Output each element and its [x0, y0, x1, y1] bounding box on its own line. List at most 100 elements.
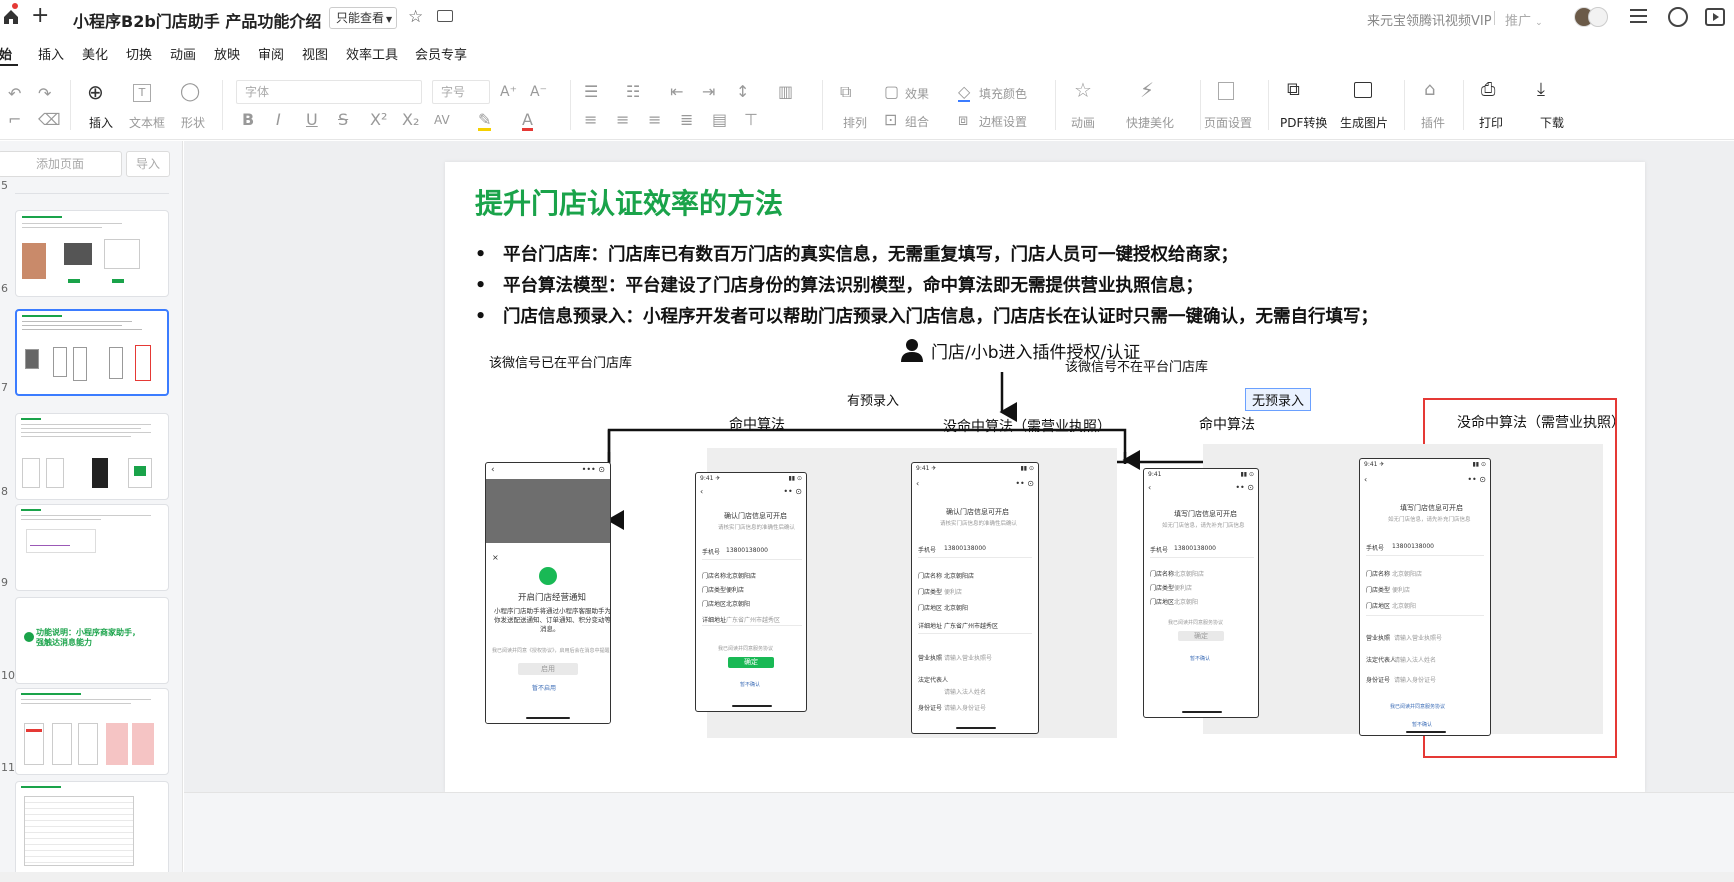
slide-thumbnail-6[interactable] [15, 210, 169, 297]
eraser-icon[interactable]: ⌫ [38, 112, 61, 128]
font-family-value: 字体 [245, 85, 270, 99]
format-painter-icon[interactable]: ⌐ [8, 112, 21, 128]
superscript-icon[interactable]: X² [370, 112, 387, 128]
slide-thumbnail-7[interactable] [15, 309, 169, 396]
plugin-icon[interactable]: ⌂ [1424, 81, 1435, 99]
shape-icon[interactable]: ◯ [180, 83, 200, 101]
highlight-icon[interactable]: ✎ [478, 112, 492, 131]
new-tab-icon[interactable]: + [31, 5, 49, 27]
slide-thumbnail-11[interactable] [15, 688, 169, 775]
character-spacing-icon[interactable]: AV [434, 112, 450, 128]
fill-color-icon[interactable]: ◇ [958, 84, 971, 102]
promo-dropdown[interactable]: 推广 ⌄ [1505, 10, 1543, 29]
download-button[interactable]: 下载 [1540, 114, 1564, 131]
download-icon[interactable]: ⤓ [1537, 81, 1545, 99]
font-family-select[interactable]: 字体 [236, 80, 422, 104]
sync-icon[interactable] [1668, 7, 1688, 27]
redo-icon[interactable]: ↷ [38, 86, 51, 102]
star-icon[interactable]: ☆ [408, 7, 423, 27]
arrange-button[interactable]: 排列 [843, 114, 867, 131]
undo-icon[interactable]: ↶ [8, 86, 21, 102]
menu-animation[interactable]: 动画 [170, 44, 196, 63]
confirm-button: 确定 [728, 657, 774, 668]
home-icon[interactable] [2, 8, 20, 26]
slide-thumbnail-8[interactable] [15, 413, 169, 500]
view-mode-dropdown[interactable]: 只能查看 ▼ [329, 7, 397, 29]
underline-icon[interactable]: U [306, 112, 318, 128]
columns-icon[interactable]: ▥ [778, 84, 793, 100]
border-button[interactable]: 边框设置 [979, 113, 1027, 130]
increase-indent-icon[interactable]: ⇥ [702, 84, 715, 100]
print-icon[interactable]: ⎙ [1481, 81, 1495, 99]
menu-beautify[interactable]: 美化 [82, 44, 108, 63]
page-setup-button[interactable]: 页面设置 [1204, 114, 1252, 131]
group-icon[interactable]: ⊡ [884, 112, 897, 128]
menu-transition[interactable]: 切换 [126, 44, 152, 63]
font-size-select[interactable]: 字号 [432, 80, 490, 104]
quick-beautify-icon[interactable]: ⚡ [1140, 80, 1154, 100]
distribute-icon[interactable]: ▤ [712, 112, 727, 128]
check-icon [24, 632, 34, 642]
slide-thumbnail-10[interactable]: 功能说明：小程序商家助手，强触达消息能力 [15, 597, 169, 684]
bullet-list-icon[interactable]: ☰ [584, 84, 598, 100]
menu-review[interactable]: 审阅 [258, 44, 284, 63]
line-spacing-icon[interactable]: ↕ [736, 84, 749, 100]
fill-color-button[interactable]: 填充颜色 [979, 85, 1027, 102]
pdf-convert-icon[interactable]: ⧉ [1287, 81, 1300, 99]
menu-slideshow[interactable]: 放映 [214, 44, 240, 63]
field-value: 北京朝阳店 [726, 573, 757, 580]
insert-icon[interactable]: ⊕ [87, 82, 104, 102]
print-button[interactable]: 打印 [1479, 114, 1503, 131]
effect-icon[interactable]: ▢ [884, 84, 899, 100]
menu-member[interactable]: 会员专享 [415, 44, 467, 63]
text-direction-icon[interactable]: ⊤ [744, 112, 758, 128]
increase-font-icon[interactable]: A⁺ [500, 84, 517, 100]
align-center-icon[interactable]: ≡ [616, 112, 629, 128]
folder-icon[interactable] [437, 10, 453, 22]
notes-area[interactable] [184, 792, 1734, 872]
menu-efficiency-tools[interactable]: 效率工具 [346, 44, 398, 63]
align-left-icon[interactable]: ≡ [584, 112, 597, 128]
quick-beautify-button[interactable]: 快捷美化 [1126, 114, 1174, 131]
textbox-button[interactable]: 文本框 [129, 114, 165, 131]
generate-image-button[interactable]: 生成图片 [1340, 114, 1388, 131]
generate-image-icon[interactable] [1354, 82, 1372, 98]
page-setup-icon[interactable] [1218, 82, 1234, 100]
menu-icon[interactable] [1630, 9, 1647, 23]
font-color-icon[interactable]: A [522, 112, 533, 131]
subscript-icon[interactable]: X₂ [402, 112, 419, 128]
decrease-font-icon[interactable]: A⁻ [530, 84, 547, 100]
animation-icon[interactable]: ☆ [1074, 80, 1092, 100]
slide-thumbnail-9[interactable] [15, 504, 169, 591]
shape-button[interactable]: 形状 [181, 114, 205, 131]
vip-promo-link[interactable]: 来元宝领腾讯视频VIP [1367, 10, 1492, 29]
arrange-icon[interactable]: ⧉ [840, 84, 851, 100]
label-hit-algo-2: 命中算法 [1199, 417, 1255, 433]
insert-button[interactable]: 插入 [89, 114, 113, 131]
textbox-icon[interactable]: T [133, 84, 151, 102]
effect-button[interactable]: 效果 [905, 85, 929, 102]
border-icon[interactable]: ⧈ [958, 112, 968, 128]
slide-7[interactable]: 提升门店认证效率的方法 • 平台门店库：门店库已有数百万门店的真实信息，无需重复填… [445, 162, 1645, 792]
align-right-icon[interactable]: ≡ [648, 112, 661, 128]
numbered-list-icon[interactable]: ☷ [626, 84, 640, 100]
toolbar-divider [1200, 80, 1201, 130]
pdf-convert-button[interactable]: PDF转换 [1280, 114, 1327, 131]
agreement-text: 我已阅读并同意服务协议 [1168, 620, 1224, 626]
animation-button[interactable]: 动画 [1071, 114, 1095, 131]
avatar-secondary[interactable] [1588, 7, 1608, 27]
group-button[interactable]: 组合 [905, 113, 929, 130]
present-icon[interactable] [1705, 8, 1725, 26]
menu-insert[interactable]: 插入 [38, 44, 64, 63]
bold-icon[interactable]: B [242, 112, 254, 128]
decrease-indent-icon[interactable]: ⇤ [670, 84, 683, 100]
italic-icon[interactable]: I [276, 112, 281, 128]
slide-thumbnail-12[interactable] [15, 781, 169, 882]
justify-icon[interactable]: ≣ [680, 112, 693, 128]
add-page-button[interactable]: 添加页面 [0, 151, 122, 177]
plugin-button[interactable]: 插件 [1421, 114, 1445, 131]
menu-view[interactable]: 视图 [302, 44, 328, 63]
import-button[interactable]: 导入 [126, 151, 170, 177]
menu-home[interactable]: 开始 [0, 44, 12, 63]
strikethrough-icon[interactable]: S [338, 112, 348, 128]
